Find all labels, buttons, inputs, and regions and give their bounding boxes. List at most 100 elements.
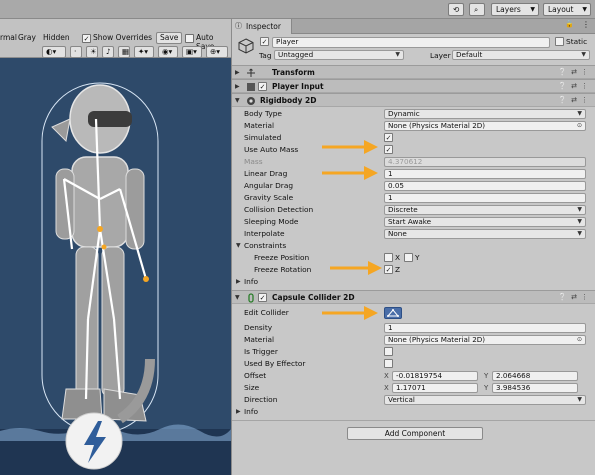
normal-toggle[interactable]: rmal [0, 33, 17, 42]
layers-dropdown[interactable]: Layers ▼ [491, 3, 539, 16]
save-button[interactable]: Save [156, 32, 183, 44]
edit-collider-button[interactable] [384, 307, 402, 319]
density-field[interactable]: 1 [384, 323, 586, 333]
foldout-collapsed-icon[interactable]: ▶ [235, 80, 240, 93]
hidden-objects-icon[interactable]: ◉▾ [158, 46, 178, 58]
shading-mode-icon[interactable]: ◐▾ [42, 46, 66, 58]
add-component-button[interactable]: Add Component [347, 427, 483, 440]
history-icon[interactable]: ⟲ [448, 3, 464, 16]
angular-drag-field[interactable]: 0.05 [384, 181, 586, 191]
object-picker-icon[interactable]: ⊙ [577, 122, 582, 130]
material-object-field[interactable]: None (Physics Material 2D) ⊙ [384, 121, 586, 131]
offset-label: Offset [244, 371, 267, 380]
auto-mass-checkbox[interactable]: ✓ [384, 145, 393, 154]
used-by-effector-checkbox[interactable] [384, 359, 393, 368]
show-overrides-checkbox[interactable]: ✓ [82, 34, 91, 43]
size-label: Size [244, 383, 260, 392]
material-value: None (Physics Material 2D) [388, 121, 486, 130]
audio-icon[interactable]: ♪ [102, 46, 114, 58]
sleeping-mode-row: Sleeping Mode Start Awake ▼ [232, 216, 595, 228]
capsule-collider-enabled-checkbox[interactable]: ✓ [258, 293, 267, 302]
size-y-label: Y [484, 384, 489, 392]
sleeping-mode-dropdown[interactable]: Start Awake ▼ [384, 217, 586, 227]
foldout-expanded-icon[interactable]: ▼ [235, 291, 240, 304]
static-checkbox[interactable] [555, 37, 564, 46]
component-header-icons[interactable]: ❔⇄⋮ [558, 80, 592, 93]
interpolate-dropdown[interactable]: None ▼ [384, 229, 586, 239]
camera-icon[interactable]: ▣▾ [182, 46, 202, 58]
body-type-dropdown[interactable]: Dynamic ▼ [384, 109, 586, 119]
chevron-down-icon: ▼ [395, 51, 400, 58]
layer-value: Default [456, 50, 483, 59]
freeze-rotation-row: Freeze Rotation ✓ Z [232, 264, 595, 276]
more-options-icon[interactable]: ⋮ [582, 20, 590, 29]
object-name-field[interactable]: Player [272, 37, 550, 48]
layout-dropdown[interactable]: Layout ▼ [543, 3, 591, 16]
object-picker-icon[interactable]: ⊙ [577, 336, 582, 344]
linear-drag-field[interactable]: 1 [384, 169, 586, 179]
grid-icon[interactable]: ▦ [118, 46, 130, 58]
foldout-collapsed-icon[interactable]: ▶ [235, 66, 240, 79]
hip-bone-joint[interactable] [101, 244, 107, 250]
2d-toggle-icon[interactable]: · [70, 46, 82, 58]
gray-toggle[interactable]: Gray [18, 33, 36, 42]
freeze-position-y-checkbox[interactable] [404, 253, 413, 262]
mass-label: Mass [244, 157, 263, 166]
layer-dropdown[interactable]: Default ▼ [452, 50, 590, 60]
is-trigger-checkbox[interactable] [384, 347, 393, 356]
offset-y-field[interactable]: 2.064668 [492, 371, 578, 381]
rigidbody-2d-header[interactable]: ▼ Rigidbody 2D ❔⇄⋮ [232, 93, 595, 107]
scene-view[interactable]: rmal Gray Hidden ✓ Show Overrides Save A… [0, 19, 231, 475]
tab-inspector[interactable]: ⓘ Inspector [232, 19, 292, 34]
direction-dropdown[interactable]: Vertical ▼ [384, 395, 586, 405]
freeze-rotation-z-checkbox[interactable]: ✓ [384, 265, 393, 274]
component-header-icons[interactable]: ❔⇄⋮ [558, 94, 592, 107]
capsule-material-field[interactable]: None (Physics Material 2D) ⊙ [384, 335, 586, 345]
capsule-info-row[interactable]: ▶ Info [232, 406, 595, 418]
search-icon[interactable]: ⌕ [469, 3, 485, 16]
gizmos-icon[interactable]: ⊕▾ [206, 46, 228, 58]
player-input-header[interactable]: ▶ ✓ Player Input ❔⇄⋮ [232, 79, 595, 93]
size-y-field[interactable]: 3.984536 [492, 383, 578, 393]
player-character[interactable] [51, 84, 155, 424]
gravity-scale-field[interactable]: 1 [384, 193, 586, 203]
simulated-checkbox[interactable]: ✓ [384, 133, 393, 142]
tag-dropdown[interactable]: Untagged ▼ [274, 50, 404, 60]
lock-icon[interactable]: 🔒 [565, 20, 574, 28]
rigidbody-title: Rigidbody 2D [260, 96, 317, 105]
info-icon: ⓘ [235, 22, 242, 30]
component-header-icons[interactable]: ❔⇄⋮ [558, 291, 592, 304]
hand-bone-joint[interactable] [143, 276, 149, 282]
foldout-expanded-icon[interactable]: ▼ [235, 94, 240, 107]
capsule-collider-icon [248, 293, 254, 303]
collision-detection-dropdown[interactable]: Discrete ▼ [384, 205, 586, 215]
foldout-expanded-icon[interactable]: ▼ [236, 240, 241, 252]
lightning-gizmo-icon[interactable] [65, 412, 123, 470]
offset-x-field[interactable]: -0.01819754 [392, 371, 478, 381]
body-type-label: Body Type [244, 109, 282, 118]
freeze-position-x-checkbox[interactable] [384, 253, 393, 262]
player-input-enabled-checkbox[interactable]: ✓ [258, 82, 267, 91]
foldout-collapsed-icon[interactable]: ▶ [236, 276, 241, 288]
scene-canvas[interactable] [0, 59, 231, 475]
lighting-icon[interactable]: ☀ [86, 46, 98, 58]
capsule-collider-header[interactable]: ▼ ✓ Capsule Collider 2D ❔⇄⋮ [232, 290, 595, 304]
angular-drag-row: Angular Drag 0.05 [232, 180, 595, 192]
auto-mass-label: Use Auto Mass [244, 145, 299, 154]
root-bone-joint[interactable] [97, 226, 103, 232]
active-checkbox[interactable]: ✓ [260, 37, 269, 46]
chevron-down-icon: ▼ [577, 396, 582, 403]
chevron-down-icon: ▼ [577, 218, 582, 225]
size-x-field[interactable]: 1.17071 [392, 383, 478, 393]
body-type-value: Dynamic [388, 109, 420, 118]
constraints-row[interactable]: ▼ Constraints [232, 240, 595, 252]
freeze-rotation-z-label: Z [395, 265, 401, 274]
effects-icon[interactable]: ✦▾ [134, 46, 154, 58]
auto-save-checkbox[interactable] [185, 34, 194, 43]
transform-header[interactable]: ▶ Transform ❔⇄⋮ [232, 65, 595, 79]
foldout-collapsed-icon[interactable]: ▶ [236, 406, 241, 418]
component-header-icons[interactable]: ❔⇄⋮ [558, 66, 592, 79]
linear-drag-row: Linear Drag 1 [232, 168, 595, 180]
hidden-toggle[interactable]: Hidden [43, 33, 70, 42]
rigidbody-info-row[interactable]: ▶ Info [232, 276, 595, 288]
